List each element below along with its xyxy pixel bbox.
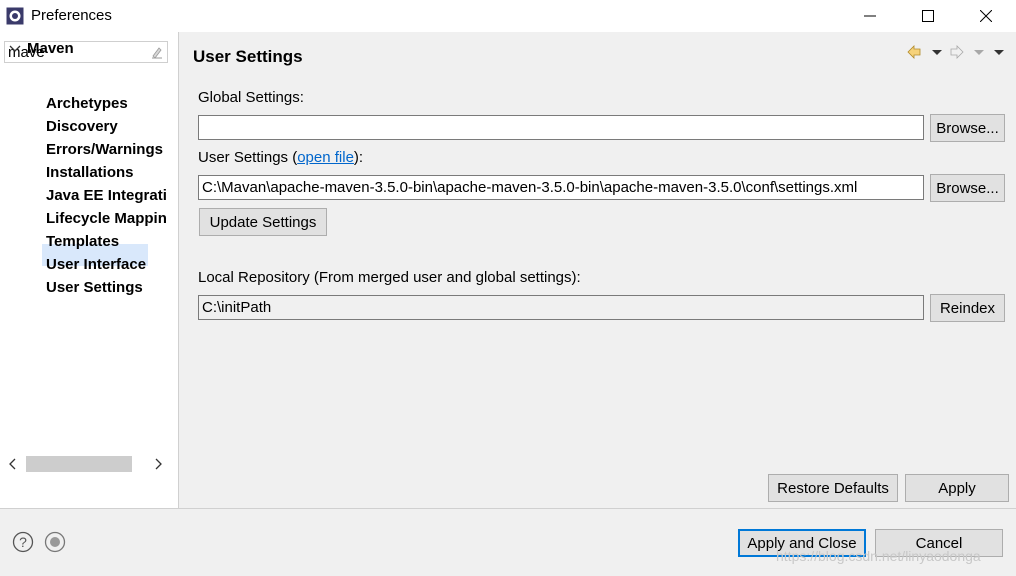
global-browse-button[interactable]: Browse... <box>930 114 1005 142</box>
import-preferences-icon[interactable] <box>44 531 66 553</box>
page-title: User Settings <box>193 47 303 66</box>
help-icon[interactable]: ? <box>12 531 34 553</box>
close-button[interactable] <box>957 0 1015 32</box>
local-repository-label: Local Repository (From merged user and g… <box>198 269 581 286</box>
user-settings-label-prefix: User Settings ( <box>198 149 298 166</box>
tree-item-archetypes[interactable]: Archetypes <box>46 95 170 112</box>
user-settings-label-suffix: ): <box>353 149 364 166</box>
watermark-text: https://blog.csdn.net/linyaodonga <box>776 548 981 564</box>
user-settings-label: User Settings (open file): <box>198 149 363 166</box>
close-icon <box>980 10 992 22</box>
scroll-left-icon <box>9 458 16 470</box>
scroll-right-icon <box>155 458 162 470</box>
window-title: Preferences <box>31 7 112 24</box>
clear-filter-icon[interactable] <box>150 45 164 59</box>
tree-item-java-ee-integration[interactable]: Java EE Integrati <box>46 187 170 204</box>
back-arrow-icon[interactable] <box>906 44 922 60</box>
tree-item-user-settings[interactable]: User Settings <box>46 279 170 296</box>
reindex-button[interactable]: Reindex <box>930 294 1005 322</box>
maximize-icon <box>922 10 934 22</box>
tree-item-maven[interactable]: Maven <box>27 40 74 57</box>
local-repository-field: C:\initPath <box>198 295 924 320</box>
chevron-down-icon[interactable] <box>9 44 21 54</box>
minimize-button[interactable] <box>841 0 899 32</box>
back-menu-icon[interactable] <box>929 44 945 60</box>
open-file-link[interactable]: open file <box>297 149 354 166</box>
svg-text:?: ? <box>19 534 27 550</box>
apply-button[interactable]: Apply <box>905 474 1009 502</box>
tree-item-lifecycle-mappings[interactable]: Lifecycle Mappin <box>46 210 170 227</box>
maximize-button[interactable] <box>899 0 957 32</box>
tree-item-installations[interactable]: Installations <box>46 164 170 181</box>
footer-divider <box>0 508 1016 509</box>
update-settings-button[interactable]: Update Settings <box>199 208 327 236</box>
global-settings-field[interactable] <box>198 115 924 140</box>
forward-menu-icon[interactable] <box>971 44 987 60</box>
minimize-icon <box>864 15 876 17</box>
forward-arrow-icon[interactable] <box>949 44 965 60</box>
eclipse-app-icon <box>6 7 24 25</box>
user-settings-field[interactable]: C:\Mavan\apache-maven-3.5.0-bin\apache-m… <box>198 175 924 200</box>
user-browse-button[interactable]: Browse... <box>930 174 1005 202</box>
tree-item-errors-warnings[interactable]: Errors/Warnings <box>46 141 170 158</box>
tree-item-discovery[interactable]: Discovery <box>46 118 170 135</box>
scrollbar-thumb[interactable] <box>26 456 132 472</box>
tree-item-user-interface[interactable]: User Interface <box>46 256 170 273</box>
global-settings-label: Global Settings: <box>198 89 304 106</box>
view-menu-icon[interactable] <box>991 44 1007 60</box>
restore-defaults-button[interactable]: Restore Defaults <box>768 474 898 502</box>
tree-item-templates[interactable]: Templates <box>46 233 170 250</box>
